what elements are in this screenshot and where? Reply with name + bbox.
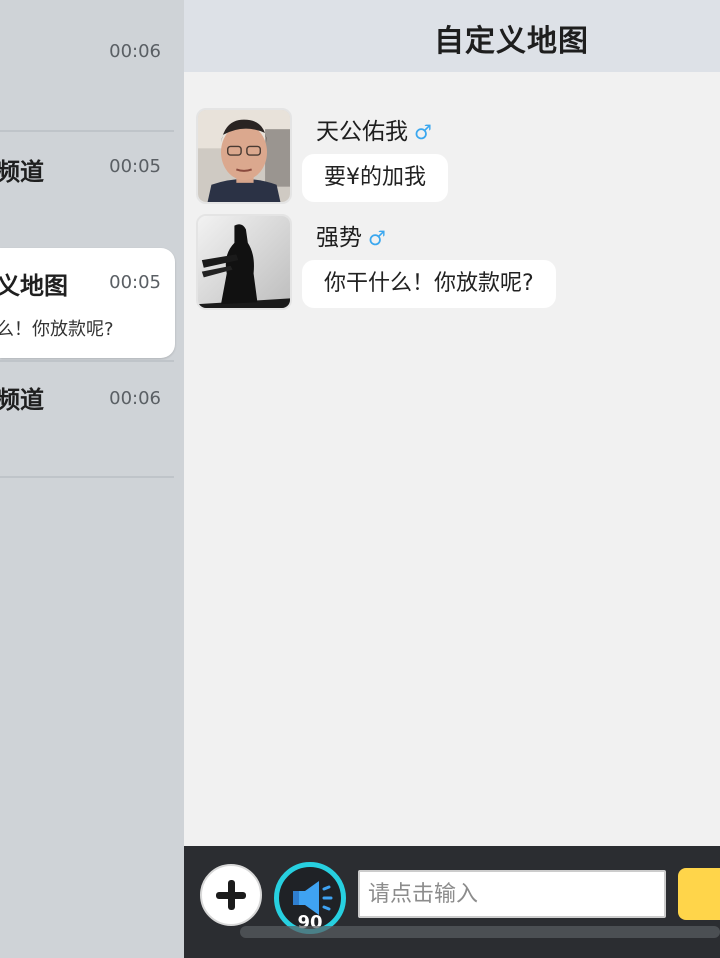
conversation-title: 义地图 <box>0 272 68 300</box>
scrollbar[interactable] <box>240 926 720 938</box>
conversation-item[interactable]: 00:06 <box>0 0 184 130</box>
conversation-time: 00:05 <box>109 272 161 293</box>
divider <box>0 130 174 132</box>
send-button[interactable] <box>678 868 720 920</box>
sender-name: 强势 ♂ <box>316 225 386 251</box>
message-bubble: 要¥的加我 <box>302 154 448 202</box>
conversation-item-active[interactable]: 义地图 00:05 么！你放款呢? <box>0 248 175 358</box>
chat-input[interactable] <box>358 870 666 918</box>
conversation-item[interactable]: 频道 00:06 <box>0 364 184 474</box>
conversation-title: 频道 <box>0 386 44 414</box>
divider <box>0 476 174 478</box>
conversation-list: 00:06 频道 00:05 义地图 00:05 么！你放款呢? 频道 00:0… <box>0 0 184 958</box>
sender-name: 天公佑我 ♂ <box>316 119 432 145</box>
input-bar: 90 <box>184 846 720 958</box>
avatar[interactable] <box>196 108 292 204</box>
male-gender-icon: ♂ <box>414 120 432 144</box>
conversation-time: 00:06 <box>109 388 161 409</box>
page-title: 自定义地图 <box>434 24 589 59</box>
chat-header: 自定义地图 <box>184 0 720 72</box>
conversation-time: 00:06 <box>109 41 161 62</box>
male-gender-icon: ♂ <box>368 226 386 250</box>
message-bubble: 你干什么！你放款呢? <box>302 260 556 308</box>
conversation-title: 频道 <box>0 158 44 186</box>
avatar[interactable] <box>196 214 292 310</box>
add-button[interactable] <box>200 864 262 926</box>
conversation-time: 00:05 <box>109 156 161 177</box>
conversation-preview: 么！你放款呢? <box>0 319 114 340</box>
divider <box>0 360 174 362</box>
conversation-item[interactable]: 频道 00:05 <box>0 134 184 244</box>
